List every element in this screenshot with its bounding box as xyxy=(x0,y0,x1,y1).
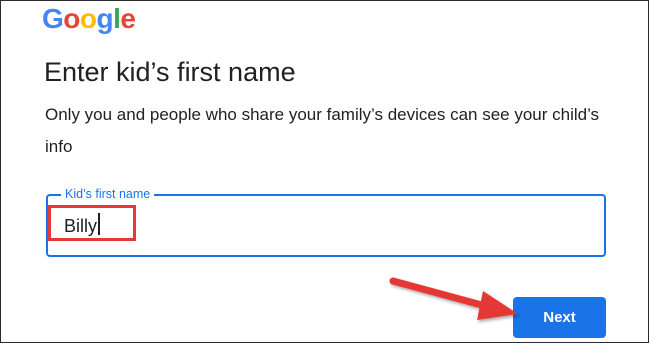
page-subtitle: Only you and people who share your famil… xyxy=(45,105,600,156)
first-name-label: Kid’s first name xyxy=(61,186,155,202)
logo-letter: l xyxy=(113,3,121,34)
logo-letter: G xyxy=(42,3,64,34)
first-name-field[interactable]: Kid’s first name xyxy=(46,186,606,257)
annotation-arrow-icon xyxy=(389,277,518,320)
first-name-input[interactable] xyxy=(60,208,584,244)
logo-letter: g xyxy=(96,3,114,34)
google-logo: Google xyxy=(42,3,136,35)
logo-letter: o xyxy=(79,3,97,34)
signup-dialog: Google Enter kid’s first name Only you a… xyxy=(0,0,649,343)
page-title: Enter kid’s first name xyxy=(44,57,296,87)
logo-letter: o xyxy=(63,3,80,34)
next-button[interactable]: Next xyxy=(513,297,606,338)
logo-letter: e xyxy=(120,3,136,34)
